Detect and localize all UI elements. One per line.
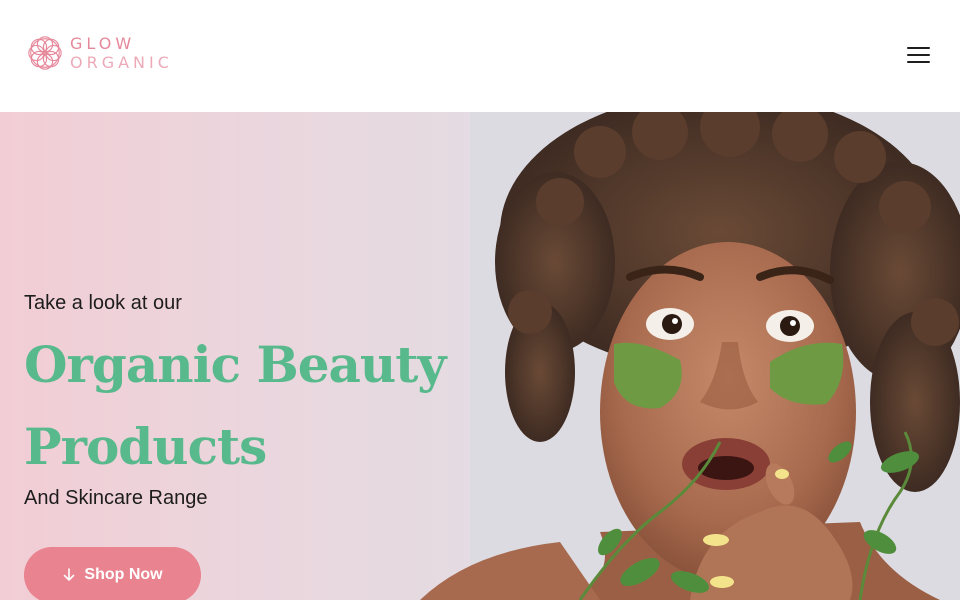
- site-header: GLOW ORGANIC: [0, 0, 960, 112]
- page: GLOW ORGANIC Take a look at our Organic …: [0, 0, 960, 600]
- shop-now-label: Shop Now: [84, 566, 163, 583]
- hero-eyebrow: Take a look at our: [24, 292, 182, 314]
- menu-bar: [907, 47, 930, 49]
- menu-bar: [907, 54, 930, 56]
- flower-logo-icon: [28, 36, 62, 70]
- shop-now-button[interactable]: Shop Now: [24, 547, 201, 600]
- brand-name-line1: GLOW: [70, 33, 136, 53]
- arrow-down-icon: [64, 568, 75, 581]
- hero-subline: And Skincare Range: [24, 487, 208, 509]
- hero-section: Take a look at our Organic Beauty Produc…: [0, 112, 960, 600]
- hamburger-menu-icon[interactable]: [907, 46, 930, 64]
- brand-logo[interactable]: GLOW ORGANIC: [26, 34, 173, 72]
- brand-name-line2: ORGANIC: [70, 52, 173, 72]
- menu-bar: [907, 61, 930, 63]
- hero-headline: Organic Beauty Products: [24, 335, 446, 476]
